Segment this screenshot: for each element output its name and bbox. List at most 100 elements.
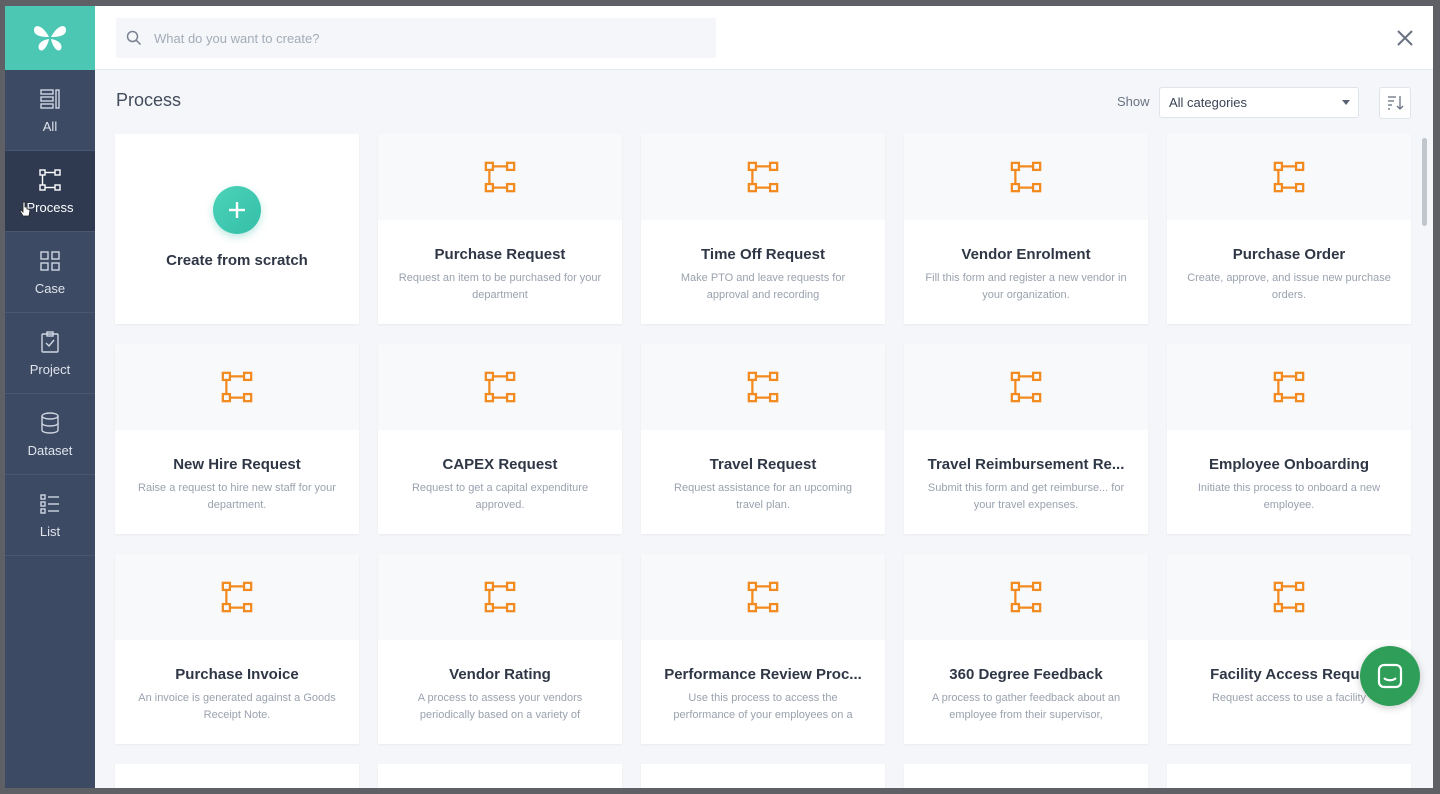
chat-icon — [1377, 663, 1403, 689]
process-icon — [1273, 371, 1305, 403]
process-icon — [39, 168, 61, 191]
card-description: Submit this form and get reimburse... fo… — [927, 482, 1125, 511]
card-icon-area — [1167, 554, 1411, 640]
process-icon — [1273, 161, 1305, 193]
card-title: Travel Reimbursement Re... — [927, 456, 1125, 473]
card-title: Time Off Request — [701, 246, 825, 263]
process-icon — [1010, 371, 1042, 403]
sidebar-item-all[interactable]: All — [5, 70, 95, 151]
template-card[interactable]: Time Off Request Make PTO and leave requ… — [641, 134, 885, 324]
card-description: A process to gather feedback about an em… — [931, 692, 1121, 721]
show-label: Show — [1117, 94, 1150, 109]
template-card[interactable]: New Hire Request Raise a request to hire… — [115, 344, 359, 534]
chat-button[interactable] — [1360, 646, 1420, 706]
card-description: Raise a request to hire new staff for yo… — [138, 482, 336, 511]
template-card[interactable]: Purchase Invoice An invoice is generated… — [115, 554, 359, 744]
card-description: An invoice is generated against a Goods … — [138, 692, 336, 721]
butterfly-logo-icon — [34, 26, 66, 51]
template-card[interactable]: Performance Review Proc... Use this proc… — [641, 554, 885, 744]
template-card[interactable]: CAPEX Request Request to get a capital e… — [378, 344, 622, 534]
card-icon-area — [378, 134, 622, 220]
template-card-partial[interactable] — [1167, 764, 1411, 788]
sort-icon — [1388, 96, 1404, 110]
template-card[interactable]: Purchase Order Create, approve, and issu… — [1167, 134, 1411, 324]
template-card-partial[interactable] — [378, 764, 622, 788]
card-icon-area — [115, 344, 359, 430]
card-title: Vendor Rating — [449, 666, 551, 683]
card-title: Purchase Invoice — [175, 666, 299, 683]
card-description: Make PTO and leave requests for approval… — [680, 272, 846, 301]
process-icon — [747, 161, 779, 193]
category-dropdown[interactable]: All categories — [1159, 87, 1359, 118]
card-description: Create, approve, and issue new purchase … — [1187, 272, 1391, 301]
card-title: CAPEX Request — [442, 456, 558, 473]
card-title: 360 Degree Feedback — [949, 666, 1103, 683]
dataset-icon — [41, 411, 59, 434]
card-title: Vendor Enrolment — [961, 246, 1091, 263]
chevron-down-icon — [1342, 100, 1350, 105]
card-icon-area — [641, 554, 885, 640]
card-icon-area — [378, 344, 622, 430]
process-icon — [484, 161, 516, 193]
process-icon — [221, 371, 253, 403]
card-icon-area — [1167, 134, 1411, 220]
card-description: Request assistance for an upcoming trave… — [674, 482, 852, 511]
process-icon — [1010, 161, 1042, 193]
sidebar-item-case[interactable]: Case — [5, 232, 95, 313]
card-description: Request an item to be purchased for your… — [398, 272, 602, 301]
card-icon-area — [1167, 344, 1411, 430]
card-icon-area — [641, 344, 885, 430]
search-box[interactable] — [116, 18, 716, 58]
sidebar-item-list[interactable]: List — [5, 475, 95, 556]
template-card-partial[interactable] — [641, 764, 885, 788]
template-card[interactable]: Vendor Enrolment Fill this form and regi… — [904, 134, 1148, 324]
process-icon — [747, 371, 779, 403]
search-input[interactable] — [154, 30, 694, 46]
template-card[interactable]: Employee Onboarding Initiate this proces… — [1167, 344, 1411, 534]
top-bar — [95, 6, 1433, 70]
sidebar-item-dataset[interactable]: Dataset — [5, 394, 95, 475]
process-icon — [484, 581, 516, 613]
category-selected-value: All categories — [1169, 95, 1248, 110]
list-icon — [40, 493, 59, 514]
card-title: Travel Request — [709, 456, 817, 473]
process-icon — [747, 581, 779, 613]
card-title: Create from scratch — [166, 252, 308, 269]
create-from-scratch-card[interactable]: Create from scratch — [115, 134, 359, 324]
template-card[interactable]: Travel Reimbursement Re... Submit this f… — [904, 344, 1148, 534]
sort-button[interactable] — [1379, 87, 1411, 119]
scrollbar[interactable] — [1422, 138, 1427, 226]
card-icon-area — [378, 554, 622, 640]
card-title: Performance Review Proc... — [664, 666, 862, 683]
template-card-partial[interactable] — [115, 764, 359, 788]
sidebar-item-label: All — [42, 118, 58, 134]
card-description: Initiate this process to onboard a new e… — [1197, 482, 1381, 511]
plus-icon — [213, 186, 261, 234]
sidebar-item-label: Process — [26, 199, 74, 215]
process-icon — [221, 581, 253, 613]
sidebar-item-process[interactable]: Process — [5, 151, 95, 232]
card-description: Fill this form and register a new vendor… — [925, 272, 1127, 301]
close-icon[interactable] — [1395, 28, 1415, 48]
process-icon — [1273, 581, 1305, 613]
template-card[interactable]: 360 Degree Feedback A process to gather … — [904, 554, 1148, 744]
sidebar: All Process Case Project Dataset List — [5, 6, 95, 788]
card-icon-area — [904, 554, 1148, 640]
all-icon — [40, 88, 60, 109]
template-card[interactable]: Travel Request Request assistance for an… — [641, 344, 885, 534]
card-title: Purchase Order — [1232, 246, 1346, 263]
card-description: Use this process to access the performan… — [673, 692, 853, 721]
sidebar-item-project[interactable]: Project — [5, 313, 95, 394]
case-icon — [40, 250, 60, 271]
card-description: A process to assess your vendors periodi… — [417, 692, 583, 721]
template-card[interactable]: Purchase Request Request an item to be p… — [378, 134, 622, 324]
card-description: Request to get a capital expenditure app… — [411, 482, 589, 511]
template-card[interactable]: Vendor Rating A process to assess your v… — [378, 554, 622, 744]
logo[interactable] — [5, 6, 95, 70]
template-card-partial[interactable] — [904, 764, 1148, 788]
card-title: Purchase Request — [434, 246, 566, 263]
process-icon — [1010, 581, 1042, 613]
sidebar-item-label: List — [39, 523, 61, 539]
card-icon-area — [641, 134, 885, 220]
search-icon — [126, 30, 142, 46]
